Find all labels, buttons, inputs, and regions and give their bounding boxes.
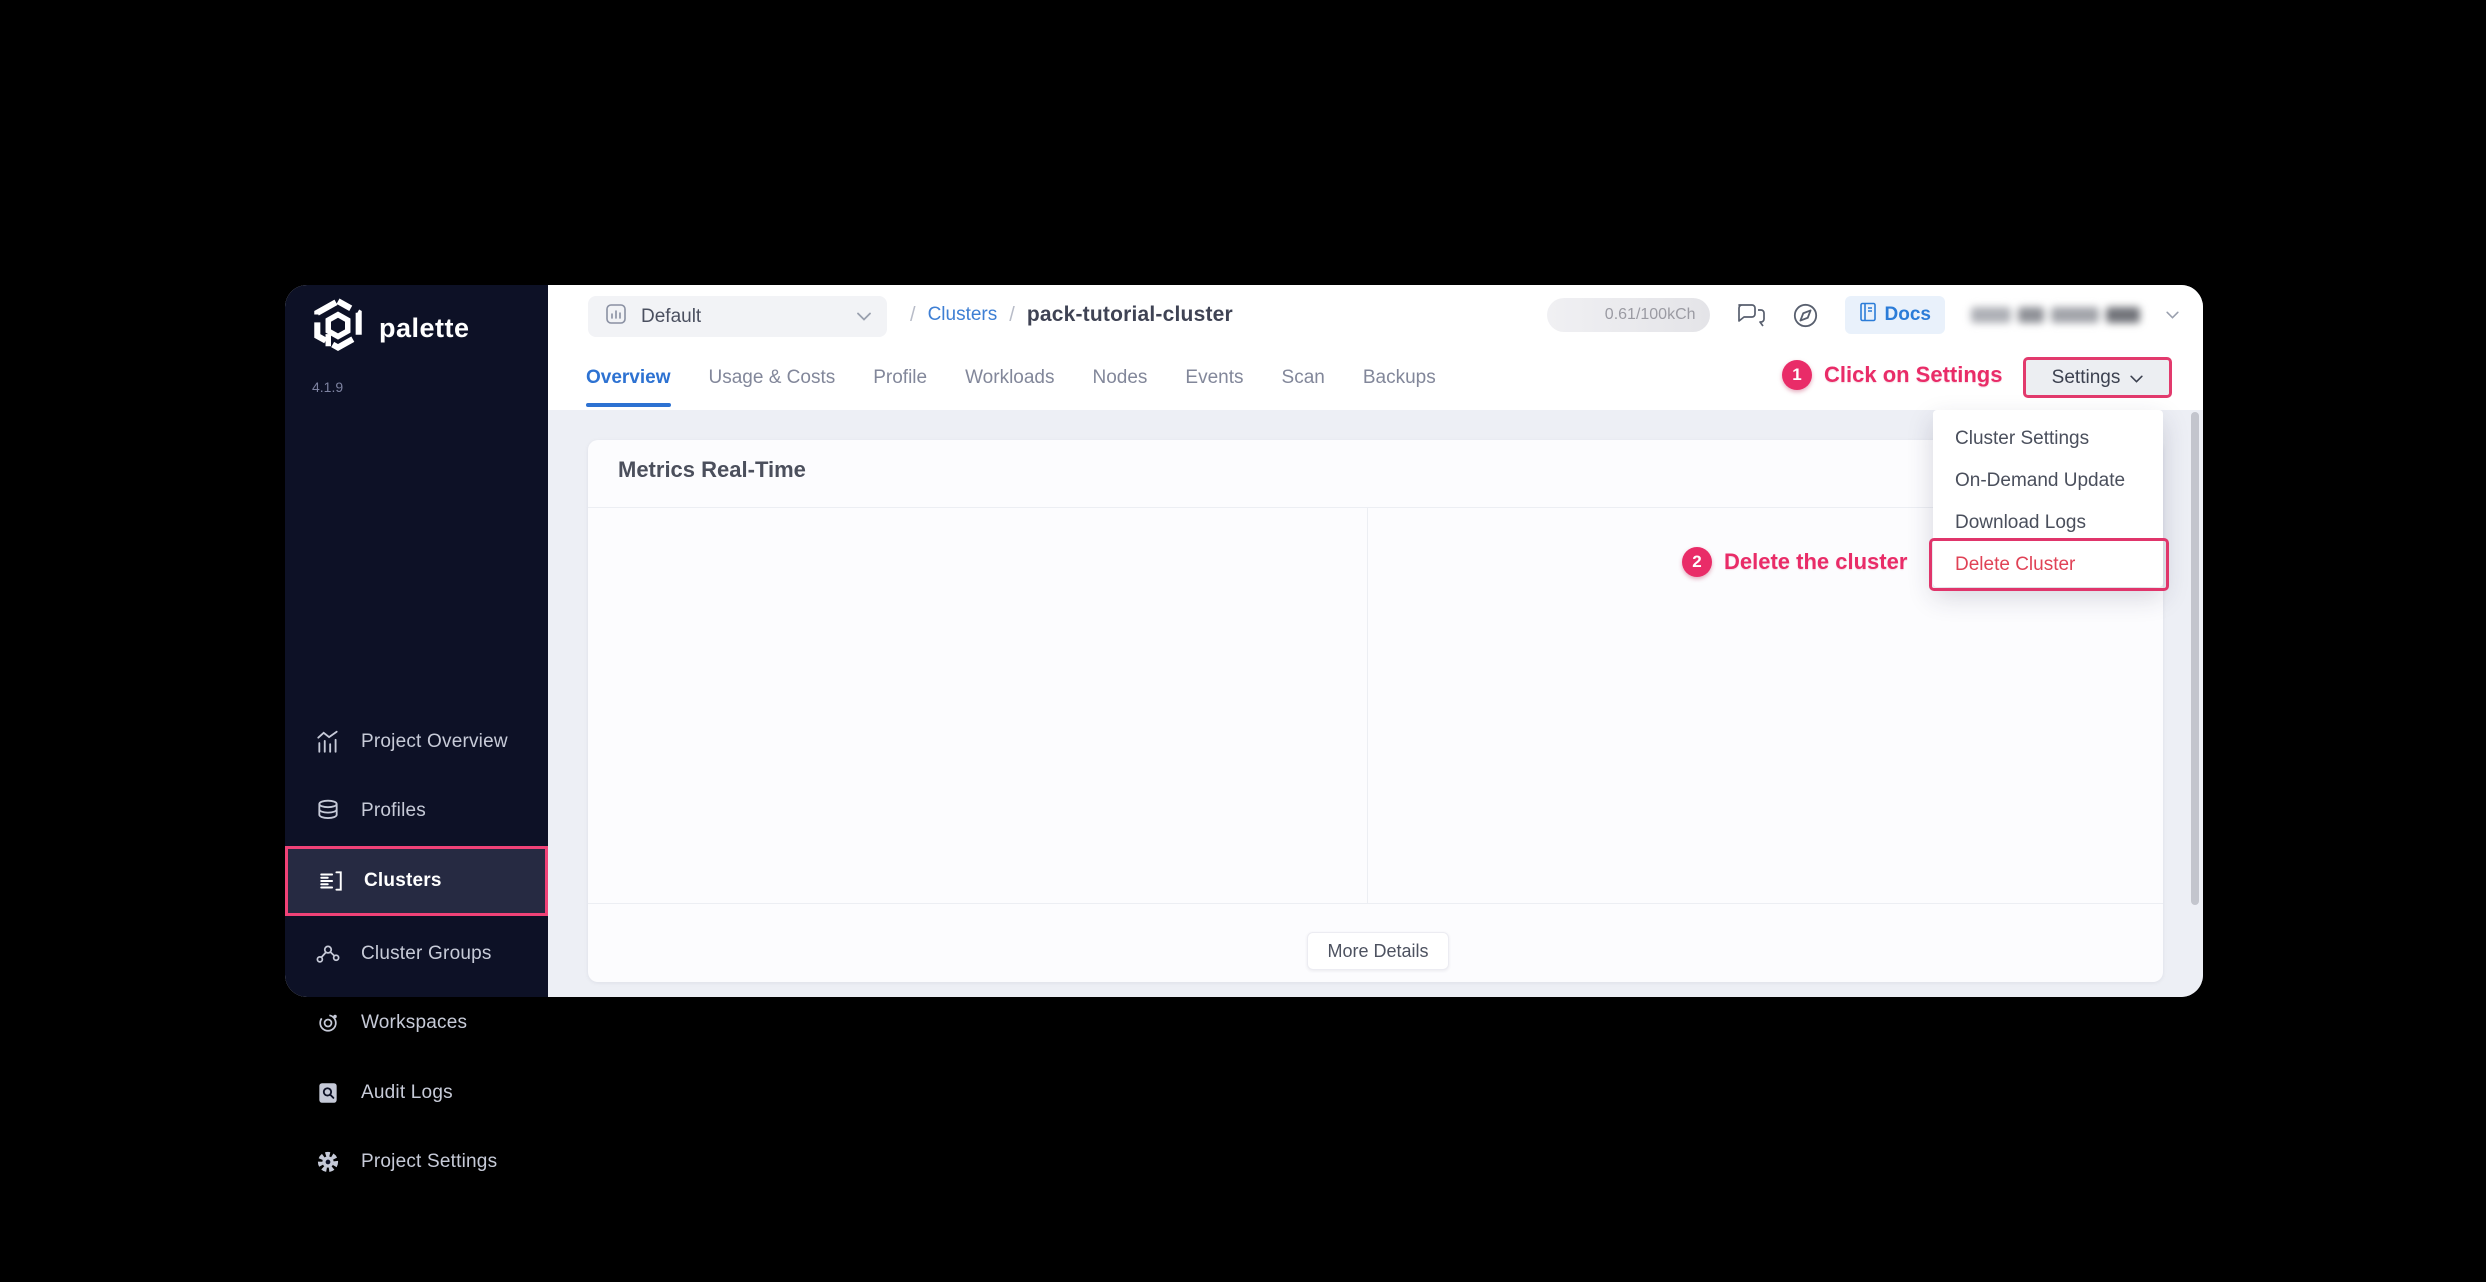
layers-icon	[315, 798, 341, 824]
sidebar-item-label: Cluster Groups	[361, 943, 492, 965]
annotation-2-badge: 2	[1682, 547, 1712, 577]
sidebar-item-label: Audit Logs	[361, 1082, 453, 1104]
divider	[588, 903, 2163, 904]
project-chart-icon	[604, 302, 628, 331]
compass-icon[interactable]	[1792, 302, 1819, 329]
top-header: Default / Clusters / pack-tutorial-clust…	[548, 285, 2203, 345]
sidebar-item-label: Profiles	[361, 800, 426, 822]
sidebar-item-project-settings[interactable]: Project Settings	[285, 1127, 548, 1197]
tab-events[interactable]: Events	[1185, 345, 1243, 410]
breadcrumb-separator: /	[910, 304, 916, 327]
chat-icon[interactable]	[1736, 301, 1766, 329]
more-details-button[interactable]: More Details	[1307, 932, 1449, 970]
book-icon	[1859, 302, 1877, 328]
sidebar-item-label: Workspaces	[361, 1012, 467, 1034]
project-selector-value: Default	[641, 306, 844, 328]
sidebar-item-clusters[interactable]: Clusters	[285, 846, 548, 916]
divider	[1367, 507, 1368, 903]
divider	[588, 507, 2163, 508]
tab-backups[interactable]: Backups	[1363, 345, 1436, 410]
tab-profile[interactable]: Profile	[873, 345, 927, 410]
menu-item-delete-cluster[interactable]: Delete Cluster	[1933, 544, 2163, 586]
palette-logo-icon	[310, 297, 366, 359]
orbit-icon	[315, 1010, 341, 1036]
tab-nodes[interactable]: Nodes	[1093, 345, 1148, 410]
menu-item-on-demand-update[interactable]: On-Demand Update	[1933, 460, 2163, 502]
sidebar-item-cluster-groups[interactable]: Cluster Groups	[285, 919, 548, 989]
breadcrumb-separator: /	[1009, 304, 1015, 327]
project-selector[interactable]: Default	[588, 296, 887, 337]
tab-usage-costs[interactable]: Usage & Costs	[709, 345, 836, 410]
sidebar-item-workspaces[interactable]: Workspaces	[285, 988, 548, 1058]
breadcrumb-clusters-link[interactable]: Clusters	[928, 304, 998, 326]
breadcrumb-current: pack-tutorial-cluster	[1027, 303, 1233, 327]
metrics-card: Metrics Real-Time	[588, 440, 2163, 982]
annotation-step2: 2 Delete the cluster	[1682, 547, 1907, 577]
settings-button-label: Settings	[2052, 367, 2121, 389]
cluster-tabs: Overview Usage & Costs Profile Workloads…	[586, 345, 1436, 410]
sidebar-item-profiles[interactable]: Profiles	[285, 776, 548, 846]
metrics-title: Metrics Real-Time	[618, 457, 806, 483]
sidebar-item-label: Clusters	[364, 870, 442, 892]
tab-workloads[interactable]: Workloads	[965, 345, 1054, 410]
chevron-down-icon	[857, 308, 871, 326]
annotation-1-badge: 1	[1782, 360, 1812, 390]
sidebar-item-label: Project Overview	[361, 731, 508, 753]
sidebar-item-project-overview[interactable]: Project Overview	[285, 707, 548, 777]
tab-scan[interactable]: Scan	[1282, 345, 1325, 410]
vertical-scrollbar[interactable]	[2191, 412, 2199, 905]
usage-quota-pill: 0.61/100kCh	[1547, 298, 1710, 332]
audit-doc-icon	[315, 1080, 341, 1106]
chevron-down-icon	[2130, 367, 2143, 389]
menu-item-download-logs[interactable]: Download Logs	[1933, 502, 2163, 544]
app-version: 4.1.9	[312, 379, 343, 395]
settings-button[interactable]: Settings	[2023, 357, 2172, 398]
nodes-icon	[315, 941, 341, 967]
docs-label: Docs	[1885, 304, 1931, 326]
brand-name: palette	[379, 313, 470, 344]
tab-overview[interactable]: Overview	[586, 345, 671, 410]
docs-button[interactable]: Docs	[1845, 296, 1945, 334]
annotation-1-text: Click on Settings	[1824, 362, 2002, 388]
gear-icon	[315, 1149, 341, 1175]
user-chevron-down-icon[interactable]	[2166, 311, 2179, 319]
screenshot-stage: palette 4.1.9 Project Overview	[0, 0, 2486, 1282]
sidebar: palette 4.1.9 Project Overview	[285, 285, 548, 997]
annotation-2-text: Delete the cluster	[1724, 549, 1907, 575]
palette-logo[interactable]: palette	[310, 297, 470, 359]
sidebar-item-audit-logs[interactable]: Audit Logs	[285, 1058, 548, 1128]
breadcrumb: / Clusters / pack-tutorial-cluster	[910, 285, 1233, 345]
chart-line-icon	[315, 729, 341, 755]
settings-dropdown-menu: Cluster Settings On-Demand Update Downlo…	[1933, 410, 2163, 587]
user-menu-redacted[interactable]	[1971, 307, 2140, 323]
cluster-list-icon	[318, 868, 344, 894]
sidebar-item-label: Project Settings	[361, 1151, 497, 1173]
annotation-step1: 1 Click on Settings	[1782, 360, 2002, 390]
header-actions: 0.61/100kCh	[1547, 285, 2179, 345]
menu-item-cluster-settings[interactable]: Cluster Settings	[1933, 418, 2163, 460]
